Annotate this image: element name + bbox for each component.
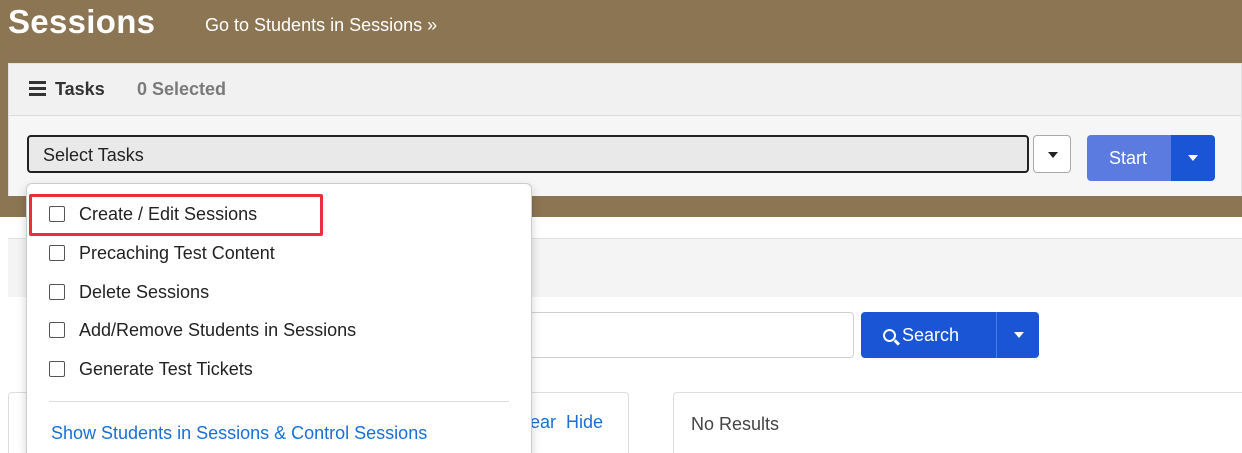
no-results-text: No Results [691, 414, 780, 434]
select-tasks-toggle[interactable] [1033, 135, 1071, 173]
sessions-page: Sessions Go to Students in Sessions » Ta… [0, 0, 1242, 453]
chevron-down-icon [1014, 332, 1024, 338]
hide-link[interactable]: Hide [566, 412, 603, 433]
start-options-toggle[interactable] [1171, 135, 1215, 181]
tasks-title: Tasks [55, 79, 105, 99]
chevron-down-icon [1188, 155, 1198, 161]
menu-item-label: Precaching Test Content [79, 243, 275, 263]
select-tasks-dropdown[interactable]: Select Tasks [27, 135, 1029, 173]
tasks-header: Tasks 0 Selected [9, 64, 1241, 116]
menu-item-label: Add/Remove Students in Sessions [79, 320, 357, 340]
checkbox[interactable] [49, 322, 65, 338]
menu-item-delete-sessions[interactable]: Delete Sessions [49, 279, 209, 305]
search-icon [883, 329, 896, 342]
menu-item-label: Generate Test Tickets [79, 359, 253, 379]
chevron-down-icon [1048, 152, 1058, 158]
menu-divider [49, 401, 509, 402]
search-options-toggle[interactable] [996, 312, 1039, 358]
tasks-list-icon [29, 81, 46, 96]
start-button[interactable]: Start [1087, 135, 1171, 181]
go-to-students-in-sessions-link[interactable]: Go to Students in Sessions » [205, 13, 437, 37]
tasks-panel: Tasks 0 Selected Select Tasks Start [8, 63, 1242, 196]
checkbox[interactable] [49, 245, 65, 261]
menu-item-add-remove-students[interactable]: Add/Remove Students in Sessions [49, 317, 356, 343]
menu-item-generate-test-tickets[interactable]: Generate Test Tickets [49, 356, 253, 382]
search-button-label: Search [902, 325, 960, 345]
menu-item-precaching-test-content[interactable]: Precaching Test Content [49, 240, 275, 266]
checkbox[interactable] [49, 284, 65, 300]
page-title: Sessions [8, 3, 156, 40]
select-tasks-value: Select Tasks [43, 145, 144, 165]
checkbox[interactable] [49, 361, 65, 377]
highlight-annotation-box [29, 194, 323, 236]
menu-item-label: Delete Sessions [79, 282, 210, 302]
tasks-selected-count: 0 Selected [137, 79, 227, 99]
show-students-in-sessions-link[interactable]: Show Students in Sessions & Control Sess… [51, 420, 427, 446]
search-button[interactable]: Search [861, 312, 996, 358]
clear-link[interactable]: ear [530, 412, 556, 433]
